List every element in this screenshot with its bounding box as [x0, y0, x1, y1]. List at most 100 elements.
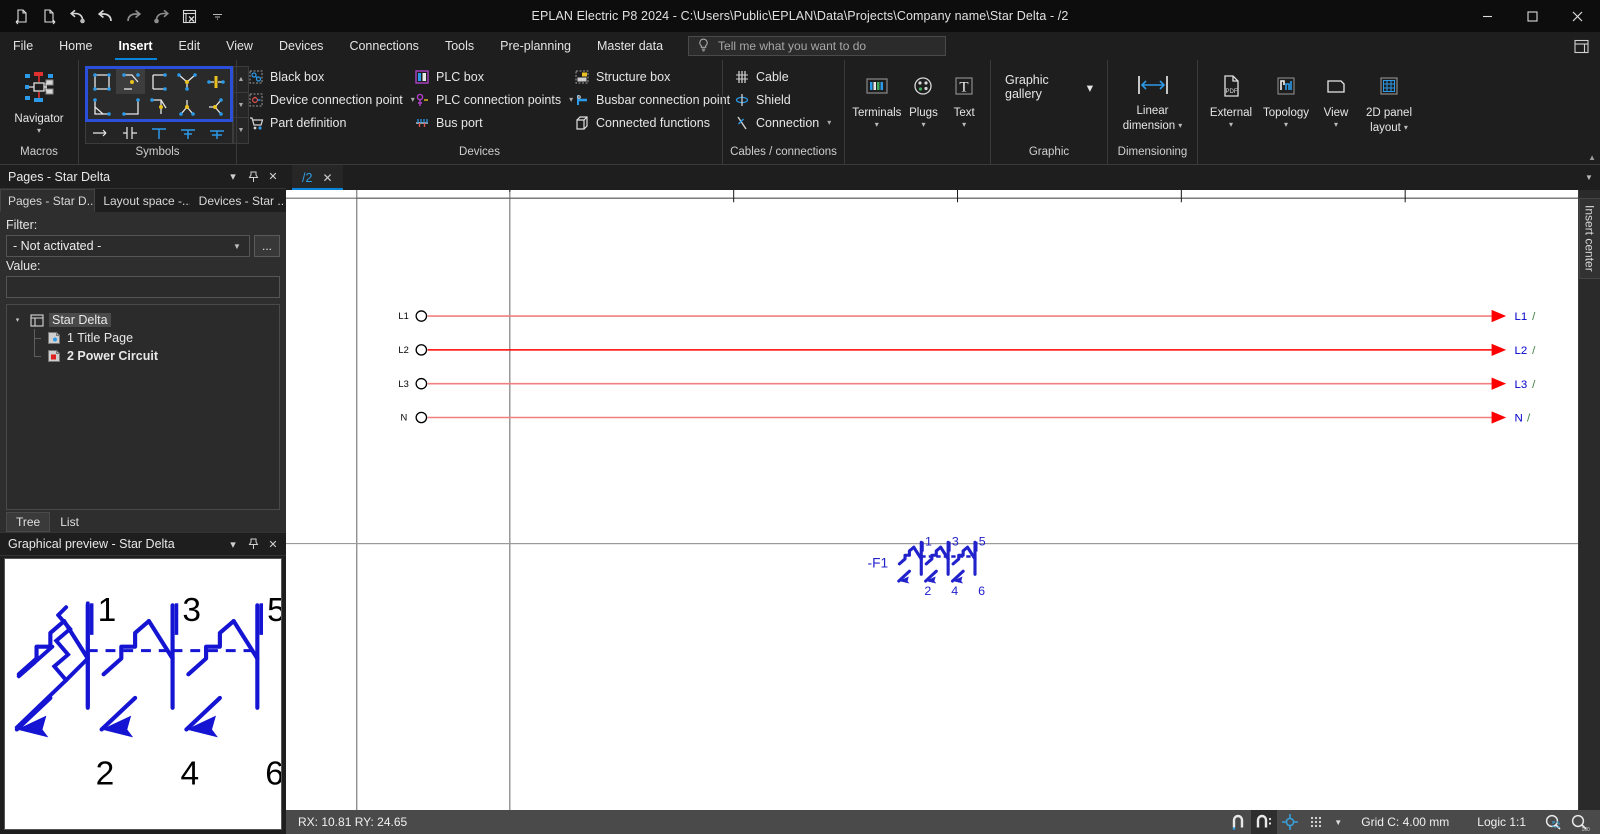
tab-layout-space[interactable]: Layout space -... [95, 189, 190, 212]
zoom-100-icon[interactable]: 100 [1566, 810, 1592, 834]
panel-menu-icon[interactable]: ▾ [224, 535, 242, 553]
external-document-button[interactable]: PDF External ▾ [1204, 68, 1258, 129]
redo-multiple-icon[interactable] [148, 3, 174, 29]
panel-menu-icon[interactable]: ▾ [224, 168, 242, 186]
menu-item-view[interactable]: View [213, 32, 266, 60]
cable-button[interactable]: Cable [729, 66, 837, 87]
zoom-window-icon[interactable] [1540, 810, 1566, 834]
pages-tree[interactable]: ▾ Star Delta 1 Title Page 2 Power Circui… [6, 304, 280, 510]
chevron-down-icon[interactable]: ▼ [229, 242, 245, 251]
chevron-down-icon[interactable]: ▾ [875, 121, 879, 129]
bus-port-button[interactable]: Bus port [409, 112, 569, 133]
tab-pages[interactable]: Pages - Star D... [0, 189, 96, 212]
chevron-down-icon[interactable]: ▾ [1404, 124, 1408, 132]
menu-item-edit[interactable]: Edit [166, 32, 214, 60]
symbol-cell[interactable] [202, 94, 230, 119]
plc-connection-points-button[interactable]: PLC connection points ▾ [409, 89, 573, 110]
menu-item-tools[interactable]: Tools [432, 32, 487, 60]
tab-devices[interactable]: Devices - Star ... [191, 189, 286, 212]
symbol-cell[interactable] [86, 122, 115, 143]
view-button[interactable]: View ▾ [1314, 68, 1358, 129]
open-page-icon[interactable] [36, 3, 62, 29]
pin-icon[interactable] [244, 168, 262, 186]
chevron-down-icon[interactable]: ▾ [921, 121, 925, 129]
close-icon[interactable]: ✕ [264, 168, 282, 186]
symbol-cell[interactable] [88, 69, 116, 94]
document-tab-menu-icon[interactable]: ▼ [1578, 165, 1600, 190]
topology-button[interactable]: Topology ▾ [1258, 68, 1314, 129]
linear-dimension-button[interactable]: Linear dimension ▾ [1114, 68, 1191, 132]
connection-button[interactable]: Connection ▾ [729, 112, 837, 133]
expander-icon[interactable]: ▾ [11, 316, 24, 324]
ribbon-display-options-icon[interactable] [1568, 34, 1594, 58]
new-page-icon[interactable] [8, 3, 34, 29]
maximize-button[interactable] [1510, 0, 1555, 32]
close-icon[interactable]: ✕ [264, 535, 282, 553]
symbols-gallery[interactable] [85, 66, 233, 122]
menu-item-connections[interactable]: Connections [336, 32, 432, 60]
grid-dropdown-icon[interactable]: ▼ [1329, 810, 1347, 834]
filter-settings-button[interactable]: ... [254, 235, 280, 257]
customize-icon[interactable] [204, 3, 230, 29]
symbol-cell[interactable] [88, 94, 116, 119]
chevron-down-icon[interactable]: ▾ [1229, 121, 1233, 129]
symbol-cell[interactable] [116, 94, 144, 119]
symbol-cell[interactable] [202, 69, 230, 94]
part-definition-button[interactable]: Part definition [243, 112, 409, 133]
filter-combo[interactable]: - Not activated - ▼ [6, 235, 250, 257]
pin-icon[interactable] [244, 535, 262, 553]
structure-box-button[interactable]: Structure box [569, 66, 725, 87]
shield-button[interactable]: Shield [729, 89, 837, 110]
menu-item-home[interactable]: Home [46, 32, 105, 60]
grid-display-icon[interactable] [1303, 810, 1329, 834]
snap-to-grid-icon[interactable] [1225, 810, 1251, 834]
tree-item-star-delta[interactable]: ▾ Star Delta [11, 311, 275, 329]
plugs-button[interactable]: Plugs ▾ [903, 68, 945, 129]
symbol-cell-selected[interactable] [116, 69, 145, 94]
minimize-button[interactable] [1465, 0, 1510, 32]
tree-item-power-circuit[interactable]: 2 Power Circuit [11, 347, 275, 365]
menu-item-pre-planning[interactable]: Pre-planning [487, 32, 584, 60]
chevron-down-icon[interactable]: ▾ [1284, 121, 1288, 129]
busbar-connection-point-button[interactable]: Busbar connection point [569, 89, 730, 110]
value-input[interactable] [6, 276, 280, 298]
symbol-cell[interactable] [173, 94, 201, 119]
insert-center-tab[interactable]: Insert center [1578, 198, 1600, 279]
snap-to-object-icon[interactable] [1251, 810, 1278, 834]
chevron-down-icon[interactable]: ▾ [1087, 80, 1093, 95]
chevron-down-icon[interactable]: ▾ [1334, 121, 1338, 129]
symbol-cell[interactable] [145, 94, 173, 119]
text-button[interactable]: T Text ▾ [944, 68, 984, 129]
tell-me-search-box[interactable]: Tell me what you want to do [688, 36, 947, 56]
document-tab-page-2[interactable]: /2 ✕ [292, 165, 343, 190]
redo-icon[interactable] [120, 3, 146, 29]
chevron-down-icon[interactable]: ▾ [962, 121, 966, 129]
graphic-gallery-button[interactable]: Graphic gallery ▾ [997, 70, 1101, 104]
tab-list[interactable]: List [50, 512, 89, 532]
symbol-cell[interactable] [115, 122, 144, 143]
symbol-cell[interactable] [174, 122, 203, 143]
chevron-down-icon[interactable]: ▾ [37, 127, 41, 135]
symbols-gallery-row2[interactable] [85, 122, 233, 144]
menu-item-insert[interactable]: Insert [106, 32, 166, 60]
symbol-cell[interactable] [203, 122, 232, 143]
symbol-cell[interactable] [145, 69, 173, 94]
close-button[interactable] [1555, 0, 1600, 32]
schematic-canvas[interactable]: L1 L1 / L2 L2 / L3 L3 / N N / 1 3 5 2 4 … [286, 190, 1578, 810]
menu-item-file[interactable]: File [0, 32, 46, 60]
connected-functions-button[interactable]: Connected functions [569, 112, 725, 133]
close-page-icon[interactable] [176, 3, 202, 29]
macro-navigator-button[interactable]: Navigator ▾ [6, 64, 72, 135]
ribbon-collapse-icon[interactable]: ▲ [1588, 153, 1596, 162]
tab-tree[interactable]: Tree [6, 512, 51, 532]
close-icon[interactable]: ✕ [322, 171, 332, 185]
symbol-cell[interactable] [144, 122, 173, 143]
device-connection-point-button[interactable]: Device connection point ▾ [243, 89, 415, 110]
terminals-button[interactable]: Terminals ▾ [851, 68, 903, 129]
menu-item-devices[interactable]: Devices [266, 32, 336, 60]
menu-item-master-data[interactable]: Master data [584, 32, 676, 60]
graphical-preview-canvas[interactable]: 1 3 5 2 4 6 [4, 558, 282, 830]
plc-box-button[interactable]: PLC box [409, 66, 569, 87]
crosshair-icon[interactable] [1277, 810, 1303, 834]
chevron-down-icon[interactable]: ▾ [1178, 122, 1182, 130]
